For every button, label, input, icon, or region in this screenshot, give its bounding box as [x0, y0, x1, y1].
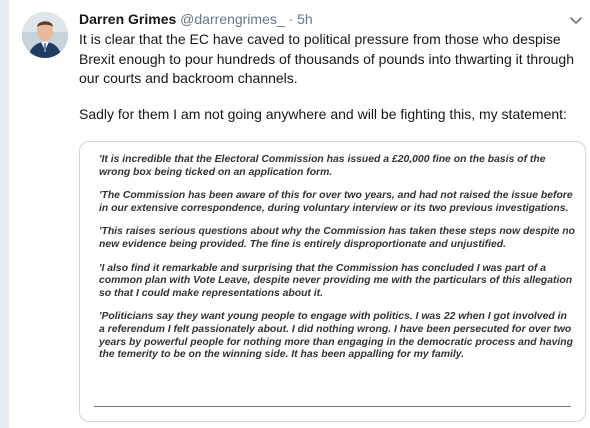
statement-paragraph: 'It is incredible that the Electoral Com… — [99, 154, 546, 178]
attached-statement-image[interactable]: 'It is incredible that the Electoral Com… — [79, 141, 586, 422]
tweet-paragraph: Sadly for them I am not going anywhere a… — [79, 105, 567, 122]
tweet-header: Darren Grimes @darrengrimes_ · 5h — [79, 10, 560, 28]
header-separator: · — [288, 11, 294, 27]
author-handle[interactable]: @darrengrimes_ — [180, 11, 284, 27]
tweet-paragraph: It is clear that the EC have caved to po… — [79, 31, 575, 86]
avatar[interactable] — [22, 12, 68, 58]
statement-paragraph: 'The Commission has been aware of this f… — [99, 190, 573, 214]
statement-text: 'It is incredible that the Electoral Com… — [99, 154, 575, 373]
statement-paragraph: 'This raises serious questions about why… — [99, 226, 575, 250]
statement-paragraph: 'Politicians say they want young people … — [99, 311, 574, 361]
statement-divider — [94, 406, 571, 407]
statement-paragraph: 'I also find it remarkable and surprisin… — [99, 262, 573, 299]
chevron-down-icon — [570, 17, 582, 24]
avatar-photo-icon — [22, 12, 68, 58]
timeline-left-gutter — [0, 0, 9, 428]
author-name[interactable]: Darren Grimes — [79, 11, 176, 27]
tweet-timestamp[interactable]: 5h — [297, 11, 313, 27]
tweet-menu-button[interactable] — [568, 12, 584, 28]
tweet-body: It is clear that the EC have caved to po… — [79, 30, 589, 124]
